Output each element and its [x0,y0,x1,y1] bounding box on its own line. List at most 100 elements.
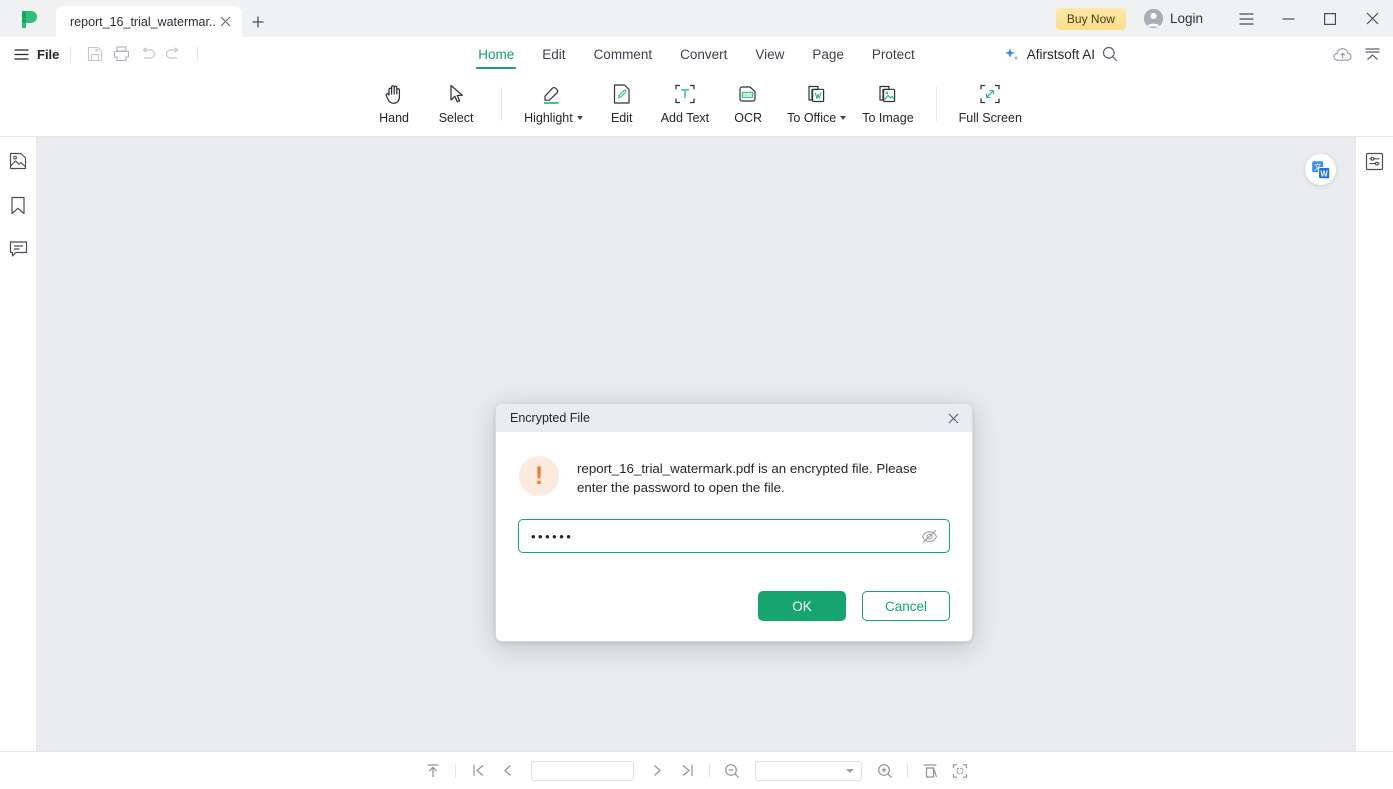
fit-width-button[interactable] [915,756,945,786]
close-button[interactable] [1351,0,1393,37]
first-page-button[interactable] [463,756,493,786]
collapse-ribbon-button[interactable] [1357,39,1387,69]
cursor-icon [445,82,467,106]
left-sidebar [0,137,37,751]
afirstsoft-logo-icon [21,10,37,28]
tool-hand[interactable]: Hand [363,75,425,133]
sidebar-item-bookmarks[interactable] [4,191,32,219]
buy-now-button[interactable]: Buy Now [1055,7,1126,30]
redo-button[interactable] [160,41,186,67]
properties-panel-icon [1365,152,1384,170]
zoom-level-select[interactable] [755,760,862,781]
dialog-title-bar: Encrypted File [496,404,972,432]
svg-text:W: W [1320,169,1328,178]
tab-page[interactable]: Page [798,37,858,71]
hamburger-icon [14,48,29,60]
to-office-icon [805,82,829,106]
document-tab[interactable]: report_16_trial_watermar... [56,6,242,37]
tab-close-icon[interactable] [216,13,234,31]
cloud-upload-button[interactable] [1327,39,1357,69]
ok-button[interactable]: OK [758,591,846,621]
tool-ocr[interactable]: OCR OCR [717,75,779,133]
close-icon [948,413,958,423]
title-bar: report_16_trial_watermar... Buy Now Logi… [0,0,1393,37]
divider [455,763,456,778]
close-icon [1366,12,1378,25]
comment-icon [9,241,27,257]
fit-page-icon [952,763,968,778]
save-button[interactable] [82,41,108,67]
chevron-down-icon[interactable] [576,116,583,120]
tool-full-screen-label: Full Screen [958,111,1022,125]
tool-highlight-label: Highlight [524,111,583,125]
divider [935,86,937,121]
zoom-in-button[interactable] [870,756,900,786]
tool-to-office-text: To Office [787,111,837,125]
divider [709,763,710,778]
afirstsoft-ai-button[interactable]: Afirstsoft AI [1003,46,1095,63]
fit-page-button[interactable] [945,756,975,786]
login-button[interactable]: Login [1143,9,1203,28]
tool-edit-label: Edit [610,111,633,125]
translate-button[interactable]: 文 W [1305,154,1336,185]
scroll-to-top-button[interactable] [418,756,448,786]
tool-add-text[interactable]: Add Text [653,75,717,133]
prev-page-button[interactable] [493,756,523,786]
add-text-icon [674,82,696,106]
chevron-down-icon[interactable] [840,116,847,120]
sparkle-icon [1004,47,1019,60]
tab-view[interactable]: View [741,37,798,71]
window-menu-button[interactable] [1225,0,1267,37]
tab-protect[interactable]: Protect [858,37,929,71]
next-page-icon [654,765,661,776]
file-menu-button[interactable]: File [14,47,59,62]
divider [907,763,908,778]
new-tab-button[interactable] [242,6,274,37]
tool-highlight[interactable]: Highlight [516,75,591,133]
search-button[interactable] [1095,39,1125,69]
afirstsoft-ai-label: Afirstsoft AI [1026,46,1095,62]
undo-button[interactable] [134,41,160,67]
app-logo [0,0,56,37]
tool-to-image[interactable]: To Image [854,75,921,133]
edit-page-icon [611,82,633,106]
eye-off-icon[interactable] [919,526,939,546]
tool-ocr-label: OCR [734,111,763,125]
cancel-button[interactable]: Cancel [862,591,950,621]
avatar-icon [1143,9,1163,28]
document-viewport[interactable]: 文 W Encrypted File ! report_16_trial_wat… [37,137,1355,751]
maximize-button[interactable] [1309,0,1351,37]
next-page-button[interactable] [642,756,672,786]
sidebar-item-thumbnails[interactable] [4,147,32,175]
svg-text:OCR: OCR [743,92,752,97]
zoom-out-icon [725,763,740,778]
tool-to-office[interactable]: To Office [779,75,854,133]
print-button[interactable] [108,41,134,67]
tool-full-screen[interactable]: Full Screen [951,75,1030,133]
minimize-icon [1282,17,1294,20]
search-icon [1102,46,1118,62]
password-field[interactable]: •••••• [518,519,950,553]
fit-width-icon [923,763,938,778]
tool-edit[interactable]: Edit [591,75,653,133]
warning-exclamation-icon: ! [519,456,559,496]
application-window: report_16_trial_watermar... Buy Now Logi… [0,0,1393,789]
tab-convert[interactable]: Convert [666,37,741,71]
sidebar-item-properties[interactable] [1361,147,1389,175]
tool-to-image-label: To Image [862,111,914,125]
hamburger-icon [1239,12,1253,25]
last-page-button[interactable] [672,756,702,786]
tab-comment[interactable]: Comment [580,37,667,71]
page-number-input[interactable] [531,760,634,781]
tab-home[interactable]: Home [464,37,528,71]
zoom-out-button[interactable] [717,756,747,786]
dialog-close-button[interactable] [942,407,964,429]
password-input[interactable]: •••••• [531,529,919,544]
tool-select[interactable]: Select [425,75,487,133]
sidebar-item-comments[interactable] [4,235,32,263]
minimize-button[interactable] [1267,0,1309,37]
last-page-icon [682,765,693,776]
tool-highlight-text: Highlight [524,111,573,125]
menu-bar: File Home Edit Comment Convert View Page… [0,37,1393,71]
tab-edit[interactable]: Edit [528,37,579,71]
